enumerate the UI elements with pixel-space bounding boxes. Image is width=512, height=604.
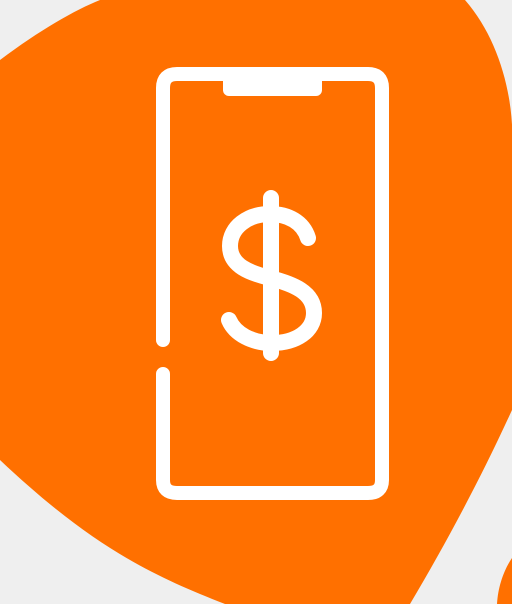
orange-blob-corner [497,558,512,604]
illustration-svg [0,0,512,604]
mobile-payment-illustration [0,0,512,604]
phone-notch [223,70,322,96]
